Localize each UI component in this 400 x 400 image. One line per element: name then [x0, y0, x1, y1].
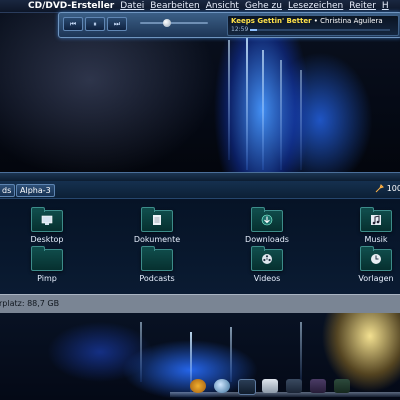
now-playing-line: Keeps Gettin' Better • Christina Aguiler…	[231, 17, 383, 25]
track-progress-fill	[250, 29, 257, 31]
dock	[160, 376, 400, 400]
folder-label: Vorlagen	[358, 274, 394, 283]
folder-podcasts[interactable]: Podcasts	[117, 246, 197, 283]
pause-button[interactable]: ⏸	[85, 17, 105, 31]
zoom-control[interactable]: 100	[375, 184, 400, 193]
settings-icon[interactable]	[286, 379, 302, 393]
media-icon[interactable]	[310, 379, 326, 393]
status-bar: rplatz: 88,7 GB	[0, 294, 400, 313]
zoom-icon	[375, 184, 384, 193]
breadcrumb-current[interactable]: Alpha-3	[16, 184, 55, 197]
menu-reiter[interactable]: Reiter	[349, 1, 376, 11]
folder-grid: Desktop Dokumente Downloads Musik Pimp P…	[0, 199, 400, 294]
track-progress-bar[interactable]	[250, 29, 390, 31]
folder-videos[interactable]: Videos	[227, 246, 307, 283]
folder-label: Musik	[364, 235, 388, 244]
app-launcher-icon[interactable]	[190, 379, 206, 393]
previous-button[interactable]: ⏮	[63, 17, 83, 31]
folder-label: Desktop	[30, 235, 64, 244]
menu-datei[interactable]: Datei	[120, 1, 144, 11]
menu-hilfe[interactable]: H	[382, 1, 389, 11]
terminal-icon[interactable]	[238, 379, 256, 395]
folder-pimp[interactable]: Pimp	[7, 246, 87, 283]
document-icon[interactable]	[262, 379, 278, 393]
templates-icon	[360, 246, 392, 271]
track-artist: Christina Aguilera	[320, 17, 383, 25]
globe-icon[interactable]	[214, 379, 230, 393]
folder-label: Podcasts	[139, 274, 175, 283]
volume-slider-knob[interactable]	[163, 19, 171, 27]
location-bar: ds Alpha-3 100	[0, 181, 400, 199]
dock-shelf	[170, 392, 400, 397]
zoom-level: 100	[386, 184, 400, 193]
podcasts-icon	[141, 246, 173, 271]
media-player: ⏮ ⏸ ⏭ Keeps Gettin' Better • Christina A…	[58, 12, 400, 38]
track-separator: •	[311, 17, 321, 25]
next-button[interactable]: ⏭	[107, 17, 127, 31]
menu-lesezeichen[interactable]: Lesezeichen	[288, 1, 343, 11]
desktop-icon	[31, 207, 63, 232]
app-icon[interactable]	[334, 379, 350, 393]
now-playing-display: Keeps Gettin' Better • Christina Aguiler…	[227, 15, 399, 36]
folder-downloads[interactable]: Downloads	[227, 207, 307, 244]
file-manager-window: ds Alpha-3 100 Desktop Dokumente Downloa…	[0, 172, 400, 313]
folder-desktop[interactable]: Desktop	[7, 207, 87, 244]
downloads-icon	[251, 207, 283, 232]
track-title: Keeps Gettin' Better	[231, 17, 312, 25]
volume-slider[interactable]	[140, 22, 208, 24]
breadcrumb-parent[interactable]: ds	[0, 184, 16, 197]
previous-icon: ⏮	[69, 20, 77, 28]
track-time: 12:59	[231, 26, 249, 33]
menu-gehe-zu[interactable]: Gehe zu	[245, 1, 282, 11]
folder-label: Pimp	[37, 274, 57, 283]
folder-label: Videos	[253, 274, 281, 283]
folder-dokumente[interactable]: Dokumente	[117, 207, 197, 244]
music-icon	[360, 207, 392, 232]
menu-bearbeiten[interactable]: Bearbeiten	[150, 1, 199, 11]
pause-icon: ⏸	[93, 20, 97, 28]
menu-ansicht[interactable]: Ansicht	[206, 1, 239, 11]
folder-musik[interactable]: Musik	[336, 207, 400, 244]
videos-icon	[251, 246, 283, 271]
folder-label: Dokumente	[133, 235, 181, 244]
folder-vorlagen[interactable]: Vorlagen	[336, 246, 400, 283]
free-space-status: rplatz: 88,7 GB	[0, 299, 60, 308]
folder-label: Downloads	[245, 235, 289, 244]
next-icon: ⏭	[113, 20, 121, 28]
folder-icon	[31, 246, 63, 271]
app-name[interactable]: CD/DVD-Ersteller	[28, 1, 114, 11]
documents-icon	[141, 207, 173, 232]
